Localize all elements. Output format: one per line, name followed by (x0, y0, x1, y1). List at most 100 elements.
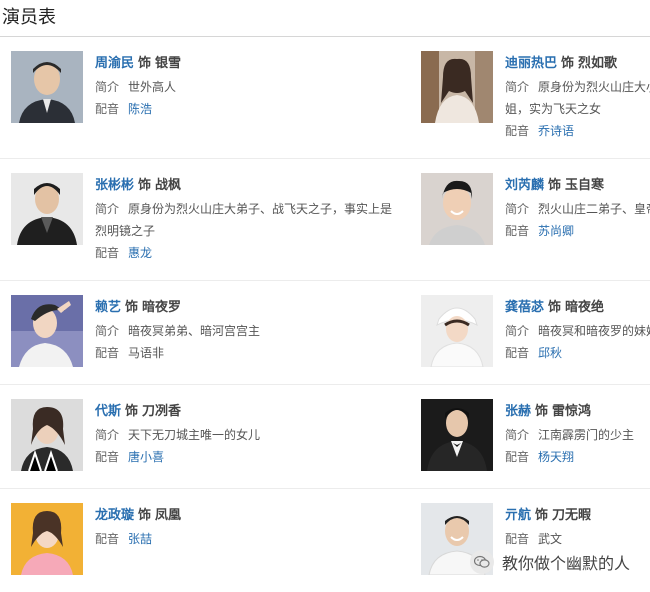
role-name: 雷惊鸿 (552, 404, 592, 419)
role-name: 银雪 (155, 56, 182, 71)
actor-name-link[interactable]: 龚蓓苾 (505, 300, 544, 315)
voice-field: 配音 杨天翔 (505, 446, 650, 468)
role-name: 烈如歌 (578, 56, 618, 71)
voice-field: 配音 唐小喜 (95, 446, 406, 468)
intro-label: 简介 (505, 80, 530, 94)
voice-label: 配音 (95, 532, 120, 546)
actor-name-link[interactable]: 张赫 (505, 404, 531, 419)
actor-name-link[interactable]: 张彬彬 (95, 178, 134, 193)
actor-photo[interactable] (421, 399, 493, 471)
voice-field: 配音 陈浩 (95, 98, 406, 120)
cast-row: 龙政璇饰凤凰 配音 张喆 亓航饰刀无暇 配音 武文 (0, 489, 650, 592)
actor-photo[interactable] (11, 399, 83, 471)
cast-row: 代斯饰刀冽香 简介 天下无刀城主唯一的女儿 配音 唐小喜 张赫饰雷惊鸿 简介 江南霹雳… (0, 385, 650, 489)
voice-actor-link[interactable]: 乔诗语 (538, 124, 574, 138)
intro-label: 简介 (505, 202, 530, 216)
voice-field: 配音 张喆 (95, 528, 406, 550)
watermark: 教你做个幽默的人 (470, 550, 630, 574)
voice-actor-link[interactable]: 陈浩 (128, 102, 152, 116)
voice-actor-name: 马语非 (128, 346, 165, 360)
name-line: 代斯饰刀冽香 (95, 403, 406, 421)
intro-field: 简介 暗夜冥弟弟、暗河宫宫主 (95, 320, 406, 342)
voice-actor-link[interactable]: 杨天翔 (538, 450, 574, 464)
role-name: 暗夜绝 (565, 300, 605, 315)
intro-field: 简介 原身份为烈火山庄大小姐，实为飞天之女 (505, 76, 650, 120)
intro-label: 简介 (95, 202, 120, 216)
intro-field: 简介 烈火山庄二弟子、皇帝 (505, 198, 650, 220)
actor-photo[interactable] (11, 503, 83, 575)
cast-info: 代斯饰刀冽香 简介 天下无刀城主唯一的女儿 配音 唐小喜 (95, 403, 406, 468)
intro-text: 世外高人 (128, 80, 177, 94)
role-name: 暗夜罗 (142, 300, 182, 315)
intro-text: 暗夜冥弟弟、暗河宫宫主 (128, 324, 261, 338)
name-line: 张彬彬饰战枫 (95, 177, 406, 195)
name-line: 赖艺饰暗夜罗 (95, 299, 406, 317)
actor-name-link[interactable]: 周渝民 (95, 56, 134, 71)
actor-name-link[interactable]: 迪丽热巴 (505, 56, 557, 71)
intro-label: 简介 (505, 428, 530, 442)
intro-label: 简介 (95, 428, 120, 442)
name-line: 亓航饰刀无暇 (505, 507, 650, 525)
voice-actor-link[interactable]: 唐小喜 (128, 450, 164, 464)
cast-info: 周渝民饰银雪 简介 世外高人 配音 陈浩 (95, 55, 406, 120)
actor-photo[interactable] (421, 173, 493, 245)
actor-name-link[interactable]: 刘芮麟 (505, 178, 544, 193)
voice-label: 配音 (505, 346, 530, 360)
intro-label: 简介 (95, 80, 120, 94)
cast-info: 张彬彬饰战枫 简介 原身份为烈火山庄大弟子、战飞天之子，事实上是烈明镜之子 配音惠… (95, 177, 406, 264)
voice-field: 配音 武文 (505, 528, 650, 550)
intro-label: 简介 (95, 324, 120, 338)
intro-field: 简介 世外高人 (95, 76, 406, 98)
cast-list: 周渝民饰银雪 简介 世外高人 配音 陈浩 迪丽热巴饰烈如歌 简介 原身份为烈火山庄大小… (0, 37, 650, 592)
intro-field: 简介 暗夜冥和暗夜罗的妹妹 (505, 320, 650, 342)
voice-field: 配音 马语非 (95, 342, 406, 364)
cast-info: 龚蓓苾饰暗夜绝 简介 暗夜冥和暗夜罗的妹妹 配音 邱秋 (505, 299, 650, 364)
as-label: 饰 (548, 300, 562, 315)
voice-label: 配音 (505, 224, 530, 238)
as-label: 饰 (561, 56, 575, 71)
cast-row: 周渝民饰银雪 简介 世外高人 配音 陈浩 迪丽热巴饰烈如歌 简介 原身份为烈火山庄大小… (0, 37, 650, 159)
voice-actor-link[interactable]: 邱秋 (538, 346, 562, 360)
as-label: 饰 (535, 404, 549, 419)
watermark-text: 教你做个幽默的人 (502, 554, 631, 573)
cast-info: 亓航饰刀无暇 配音 武文 (505, 507, 650, 550)
cast-info: 迪丽热巴饰烈如歌 简介 原身份为烈火山庄大小姐，实为飞天之女 配音 乔诗语 (505, 55, 650, 142)
as-label: 饰 (125, 404, 139, 419)
actor-name-link[interactable]: 龙政璇 (95, 508, 134, 523)
actor-name-link[interactable]: 亓航 (505, 508, 531, 523)
voice-field: 配音 苏尚卿 (505, 220, 650, 242)
intro-field: 简介 原身份为烈火山庄大弟子、战飞天之子，事实上是烈明镜之子 (95, 198, 395, 242)
actor-photo[interactable] (421, 51, 493, 123)
role-name: 凤凰 (155, 508, 182, 523)
voice-actor-link[interactable]: 惠龙 (128, 246, 152, 260)
intro-text: 江南霹雳门的少主 (538, 428, 635, 442)
as-label: 饰 (138, 56, 152, 71)
actor-photo[interactable] (11, 51, 83, 123)
voice-actor-name: 武文 (538, 532, 563, 546)
wechat-icon (470, 550, 494, 574)
cast-row: 赖艺饰暗夜罗 简介 暗夜冥弟弟、暗河宫宫主 配音 马语非 龚蓓苾饰暗夜绝 简介 暗夜冥… (0, 281, 650, 385)
name-line: 周渝民饰银雪 (95, 55, 406, 73)
name-line: 迪丽热巴饰烈如歌 (505, 55, 650, 73)
voice-label: 配音 (95, 346, 120, 360)
actor-name-link[interactable]: 赖艺 (95, 300, 121, 315)
name-line: 龙政璇饰凤凰 (95, 507, 406, 525)
actor-photo[interactable] (421, 295, 493, 367)
intro-label: 简介 (505, 324, 530, 338)
voice-actor-link[interactable]: 张喆 (128, 532, 152, 546)
actor-photo[interactable] (11, 295, 83, 367)
role-name: 刀无暇 (552, 508, 592, 523)
intro-text: 天下无刀城主唯一的女儿 (128, 428, 261, 442)
voice-label: 配音 (95, 450, 120, 464)
intro-text: 原身份为烈火山庄大弟子、战飞天之子，事实上是烈明镜之子 (95, 202, 393, 238)
cast-info: 刘芮麟饰玉自寒 简介 烈火山庄二弟子、皇帝 配音 苏尚卿 (505, 177, 650, 242)
voice-actor-link[interactable]: 苏尚卿 (538, 224, 574, 238)
voice-label: 配音 (95, 246, 120, 260)
voice-label: 配音 (95, 102, 120, 116)
cast-info: 张赫饰雷惊鸿 简介 江南霹雳门的少主 配音 杨天翔 (505, 403, 650, 468)
role-name: 玉自寒 (565, 178, 605, 193)
actor-photo[interactable] (11, 173, 83, 245)
role-name: 战枫 (155, 178, 182, 193)
actor-name-link[interactable]: 代斯 (95, 404, 121, 419)
as-label: 饰 (548, 178, 562, 193)
